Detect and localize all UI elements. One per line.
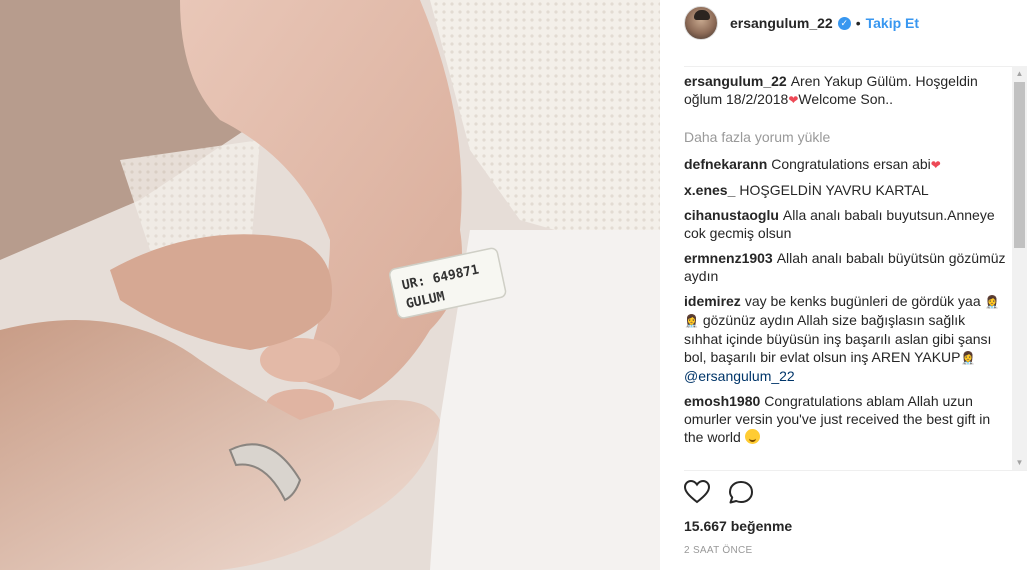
comment-mention[interactable]: @ersangulum_22 <box>684 368 795 384</box>
red-heart-emoji-icon: ❤ <box>788 93 799 107</box>
load-more-comments[interactable]: Daha fazla yorum yükle <box>684 128 1006 146</box>
comment-item: ermnenz1903 Allah analı babalı büyütsün g… <box>684 249 1006 285</box>
comment-author[interactable]: cihanustaoglu <box>684 207 779 223</box>
separator-dot: • <box>855 15 861 31</box>
comment-item: cihanustaoglu Alla analı babalı buyutsun.… <box>684 206 1006 242</box>
speech-bubble-icon[interactable] <box>728 480 754 504</box>
comment-item: defnekarann Congratulations ersan abi❤ <box>684 155 1006 174</box>
follow-button[interactable]: Takip Et <box>866 15 919 31</box>
caption-author[interactable]: ersangulum_22 <box>684 73 787 89</box>
comment-author[interactable]: defnekarann <box>684 156 767 172</box>
comment-item: x.enes_ HOŞGELDİN YAVRU KARTAL <box>684 181 1006 199</box>
post-header: ersangulum_22 ✓ • Takip Et <box>660 0 1027 46</box>
post-timestamp[interactable]: 2 SAAT ÖNCE <box>684 545 753 556</box>
person-emoji-icon: 👩‍⚕️ <box>960 351 976 365</box>
comment-author[interactable]: idemirez <box>684 293 741 309</box>
comment-text: vay be kenks bugünleri de gördük yaa <box>744 293 981 309</box>
comment-author[interactable]: emosh1980 <box>684 393 760 409</box>
comment-item: emosh1980 Congratulations ablam Allah uzu… <box>684 392 1006 446</box>
red-heart-emoji-icon: ❤ <box>930 158 941 172</box>
action-bar <box>684 480 754 504</box>
verified-badge-icon: ✓ <box>837 16 851 30</box>
avatar[interactable] <box>684 6 718 40</box>
comment-text: Congratulations ersan abi <box>771 156 931 172</box>
actions-divider <box>684 470 1027 471</box>
comments-list[interactable]: ersangulum_22 Aren Yakup Gülüm. Hoşgeldin… <box>684 72 1006 470</box>
caption: ersangulum_22 Aren Yakup Gülüm. Hoşgeldin… <box>684 72 1006 109</box>
comments-scrollbar[interactable]: ▲ ▼ <box>1012 66 1027 470</box>
smiling-face-emoji-icon <box>744 429 760 444</box>
post-photo[interactable]: UR: 649871 GULUM <box>0 0 660 570</box>
comment-text-cont: gözünüz aydın Allah size bağışlasın sağl… <box>684 312 992 365</box>
caption-text-end: Welcome Son.. <box>798 91 894 107</box>
post-side-panel: ersangulum_22 ✓ • Takip Et ersangulum_22… <box>660 0 1027 570</box>
header-username[interactable]: ersangulum_22 <box>730 15 833 31</box>
comment-author[interactable]: ermnenz1903 <box>684 250 773 266</box>
comment-author[interactable]: x.enes_ <box>684 182 735 198</box>
comment-text: HOŞGELDİN YAVRU KARTAL <box>739 182 929 198</box>
comment-item: idemirez vay be kenks bugünleri de gördük… <box>684 292 1006 385</box>
scrollbar-thumb[interactable] <box>1014 82 1025 248</box>
header-divider <box>684 66 1027 67</box>
heart-outline-icon[interactable] <box>684 480 710 504</box>
scroll-up-arrow-icon[interactable]: ▲ <box>1012 66 1027 81</box>
scroll-down-arrow-icon[interactable]: ▼ <box>1012 455 1027 470</box>
baby-hand-photo: UR: 649871 GULUM <box>0 0 660 570</box>
like-count[interactable]: 15.667 beğenme <box>684 518 792 534</box>
